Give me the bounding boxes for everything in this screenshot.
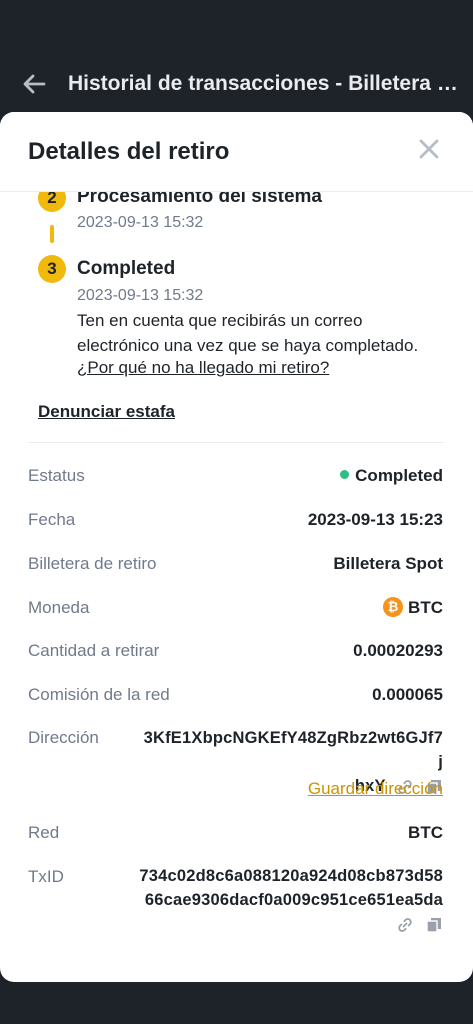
step-note: Ten en cuenta que recibirás un correo el…: [77, 311, 419, 355]
txid-actions: [133, 912, 443, 936]
status-label: Estatus: [28, 466, 85, 485]
btc-coin-icon: ₿: [383, 596, 404, 617]
step-title-3: Completed: [77, 258, 176, 279]
save-address-link[interactable]: Guardar dirección: [308, 779, 443, 799]
txid-value: 734c02d8c6a088120a924d08cb873d58 66cae93…: [133, 864, 443, 936]
coin-value: ₿ BTC: [383, 596, 443, 619]
step-number-2: 2: [38, 192, 66, 212]
txid-label: TxID: [28, 867, 64, 886]
wallet-value: Billetera Spot: [333, 554, 443, 573]
status-dot-icon: [340, 470, 350, 480]
bottom-bar: [0, 982, 473, 1024]
wallet-label: Billetera de retiro: [28, 554, 157, 573]
withdrawal-details-sheet: Detalles del retiro 2 Procesamiento del …: [0, 112, 473, 982]
date-value: 2023-09-13 15:23: [307, 510, 443, 529]
step-connector: [50, 225, 54, 243]
address-label: Dirección: [28, 728, 99, 747]
coin-text: BTC: [408, 598, 443, 617]
step-number-3: 3: [38, 255, 66, 283]
txid-line-1: 734c02d8c6a088120a924d08cb873d58: [139, 867, 443, 885]
fee-value: 0.000065: [372, 685, 443, 704]
txid-line-2: 66cae9306dacf0a009c951ce651ea5da: [144, 891, 443, 909]
status-value: Completed: [340, 466, 443, 486]
amount-value: 0.00020293: [353, 641, 443, 660]
close-icon[interactable]: [416, 136, 442, 162]
copy-icon[interactable]: [425, 916, 443, 934]
link-icon[interactable]: [396, 916, 414, 934]
fee-label: Comisión de la red: [28, 685, 170, 704]
why-not-arrived-link[interactable]: ¿Por qué no ha llegado mi retiro?: [77, 358, 329, 378]
network-label: Red: [28, 823, 60, 842]
divider: [28, 442, 444, 443]
step-time-2: 2023-09-13 15:32: [77, 214, 204, 231]
page-title: Historial de transacciones - Billetera -…: [68, 72, 458, 95]
sheet-title: Detalles del retiro: [28, 138, 230, 165]
back-arrow-icon[interactable]: [20, 70, 48, 98]
address-line-1: 3KfE1XbpcNGKEfY48ZgRbz2wt6GJf7j: [143, 729, 443, 771]
sheet-header: Detalles del retiro: [0, 112, 473, 192]
withdrawal-steps: 2 Procesamiento del sistema 2023-09-13 1…: [0, 192, 473, 392]
coin-label: Moneda: [28, 598, 90, 617]
report-scam-link[interactable]: Denunciar estafa: [38, 402, 175, 422]
amount-label: Cantidad a retirar: [28, 641, 160, 660]
date-label: Fecha: [28, 510, 76, 529]
status-text: Completed: [355, 466, 443, 485]
step-title-2: Procesamiento del sistema: [77, 192, 322, 207]
step-time-3: 2023-09-13 15:32: [77, 287, 204, 304]
network-value: BTC: [408, 823, 443, 842]
top-navigation-bar: Historial de transacciones - Billetera -…: [0, 0, 473, 112]
